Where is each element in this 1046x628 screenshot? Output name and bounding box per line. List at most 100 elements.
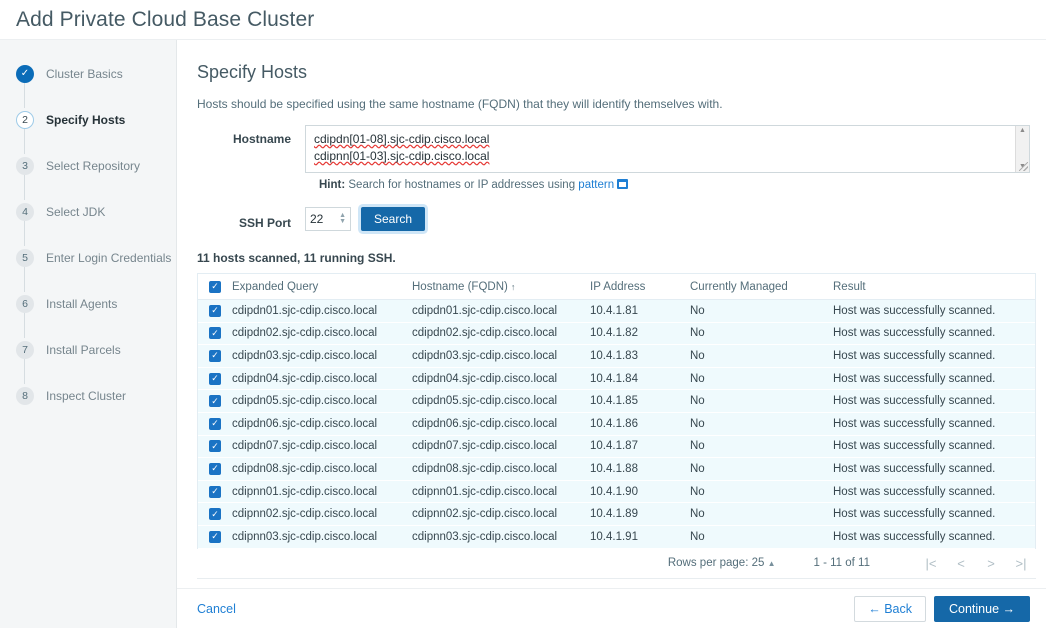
- select-all-checkbox[interactable]: ✓: [209, 280, 221, 293]
- table-row[interactable]: ✓ cdipdn04.sjc-cdip.cisco.local cdipdn04…: [198, 367, 1035, 391]
- row-checkbox[interactable]: ✓: [209, 327, 221, 340]
- row-checkbox[interactable]: ✓: [209, 304, 221, 317]
- cancel-button[interactable]: Cancel: [197, 602, 236, 616]
- table-row[interactable]: ✓ cdipnn03.sjc-cdip.cisco.local cdipnn03…: [198, 525, 1035, 549]
- cell-ip-address: 10.4.1.86: [590, 417, 638, 430]
- row-checkbox[interactable]: ✓: [209, 462, 221, 475]
- row-checkbox[interactable]: ✓: [209, 417, 221, 430]
- select-all-cell[interactable]: ✓: [198, 280, 232, 293]
- column-header-hostname-fqdn[interactable]: Hostname (FQDN) ↑: [412, 281, 590, 293]
- cell-result: Host was successfully scanned.: [833, 349, 996, 362]
- hostname-input[interactable]: cdipdn[01-08].sjc-cdip.cisco.local cdipn…: [305, 125, 1030, 173]
- cell-hostname-fqdn: cdipdn01.sjc-cdip.cisco.local: [412, 304, 558, 317]
- cell-hostname-fqdn: cdipnn01.sjc-cdip.cisco.local: [412, 485, 558, 498]
- external-link-icon[interactable]: [617, 179, 629, 189]
- cell-result: Host was successfully scanned.: [833, 327, 996, 340]
- scroll-up-icon[interactable]: ▲: [1019, 126, 1026, 136]
- table-row[interactable]: ✓ cdipdn08.sjc-cdip.cisco.local cdipdn08…: [198, 458, 1035, 481]
- table-row[interactable]: ✓ cdipdn03.sjc-cdip.cisco.local cdipdn03…: [198, 345, 1035, 368]
- column-header-result[interactable]: Result: [833, 281, 1035, 293]
- pattern-link[interactable]: pattern: [578, 179, 614, 191]
- table-row[interactable]: ✓ cdipnn02.sjc-cdip.cisco.local cdipnn02…: [198, 503, 1035, 526]
- cell-result: Host was successfully scanned.: [833, 530, 996, 543]
- first-page-button[interactable]: |<: [916, 556, 946, 571]
- row-select-cell[interactable]: ✓: [198, 395, 232, 408]
- row-select-cell[interactable]: ✓: [198, 530, 232, 543]
- ssh-port-value[interactable]: 22: [310, 212, 339, 226]
- row-checkbox[interactable]: ✓: [209, 530, 221, 543]
- last-page-button[interactable]: >|: [1006, 556, 1036, 571]
- table-row[interactable]: ✓ cdipdn01.sjc-cdip.cisco.local cdipdn01…: [198, 300, 1035, 323]
- sidebar-item-cluster-basics[interactable]: ✓ Cluster Basics: [0, 62, 176, 108]
- hostname-label: Hostname: [232, 132, 291, 146]
- ssh-port-stepper[interactable]: 22 ▲ ▼: [305, 207, 351, 231]
- sidebar-item-select-repository[interactable]: 3 Select Repository: [0, 154, 176, 200]
- column-header-ip-address[interactable]: IP Address: [590, 281, 690, 293]
- table-row[interactable]: ✓ cdipdn05.sjc-cdip.cisco.local cdipdn05…: [198, 390, 1035, 413]
- cell-result: Host was successfully scanned.: [833, 372, 996, 385]
- step-marker-7: 7: [16, 340, 34, 359]
- column-header-currently-managed[interactable]: Currently Managed: [690, 281, 833, 293]
- row-checkbox[interactable]: ✓: [209, 395, 221, 408]
- step-connector: [24, 126, 25, 154]
- cell-hostname-fqdn: cdipdn08.sjc-cdip.cisco.local: [412, 462, 558, 475]
- row-select-cell[interactable]: ✓: [198, 440, 232, 453]
- step-connector: [24, 310, 25, 338]
- sidebar-item-install-parcels[interactable]: 7 Install Parcels: [0, 338, 176, 384]
- cell-expanded-query: cdipnn02.sjc-cdip.cisco.local: [232, 508, 378, 521]
- rows-per-page-selector[interactable]: Rows per page: 25 ▲: [668, 557, 776, 569]
- row-checkbox[interactable]: ✓: [209, 372, 221, 385]
- row-select-cell[interactable]: ✓: [198, 485, 232, 498]
- hint-label: Hint:: [319, 179, 346, 191]
- back-button[interactable]: ← Back: [854, 595, 926, 622]
- table-row[interactable]: ✓ cdipdn02.sjc-cdip.cisco.local cdipdn02…: [198, 322, 1035, 346]
- column-header-expanded-query[interactable]: Expanded Query: [232, 281, 412, 293]
- previous-page-button[interactable]: <: [946, 556, 976, 571]
- cell-hostname-fqdn: cdipdn06.sjc-cdip.cisco.local: [412, 417, 558, 430]
- hosts-table: ✓ Expanded Query Hostname (FQDN) ↑ IP Add…: [197, 273, 1036, 549]
- cell-expanded-query: cdipnn01.sjc-cdip.cisco.local: [232, 485, 378, 498]
- row-select-cell[interactable]: ✓: [198, 304, 232, 317]
- sidebar-item-enter-login-credentials[interactable]: 5 Enter Login Credentials: [0, 246, 176, 292]
- page-title: Add Private Cloud Base Cluster: [16, 7, 315, 31]
- spinner-icon[interactable]: ▲ ▼: [339, 212, 346, 225]
- sidebar-item-label: Install Agents: [46, 296, 118, 311]
- table-row[interactable]: ✓ cdipdn06.sjc-cdip.cisco.local cdipdn06…: [198, 412, 1035, 436]
- sidebar-item-inspect-cluster[interactable]: 8 Inspect Cluster: [0, 384, 176, 407]
- search-button[interactable]: Search: [361, 207, 426, 231]
- row-select-cell[interactable]: ✓: [198, 462, 232, 475]
- row-select-cell[interactable]: ✓: [198, 508, 232, 521]
- sidebar-item-select-jdk[interactable]: 4 Select JDK: [0, 200, 176, 246]
- row-select-cell[interactable]: ✓: [198, 349, 232, 362]
- cell-currently-managed: No: [690, 485, 705, 498]
- sidebar-item-specify-hosts[interactable]: 2 Specify Hosts: [0, 108, 176, 154]
- ssh-port-row: SSH Port 22 ▲ ▼ Search: [197, 207, 1030, 231]
- cell-currently-managed: No: [690, 530, 705, 543]
- row-checkbox[interactable]: ✓: [209, 349, 221, 362]
- spinner-down-icon[interactable]: ▼: [339, 218, 346, 225]
- sidebar-item-install-agents[interactable]: 6 Install Agents: [0, 292, 176, 338]
- table-row[interactable]: ✓ cdipdn07.sjc-cdip.cisco.local cdipdn07…: [198, 435, 1035, 459]
- cell-hostname-fqdn: cdipdn07.sjc-cdip.cisco.local: [412, 440, 558, 453]
- section-title: Specify Hosts: [197, 62, 308, 82]
- row-checkbox[interactable]: ✓: [209, 508, 221, 521]
- cell-currently-managed: No: [690, 304, 705, 317]
- main-panel: Specify Hosts Hosts should be specified …: [176, 40, 1046, 628]
- next-page-button[interactable]: >: [976, 556, 1006, 571]
- row-select-cell[interactable]: ✓: [198, 417, 232, 430]
- pagination-range: 1 - 11 of 11: [813, 557, 870, 570]
- cell-result: Host was successfully scanned.: [833, 508, 996, 521]
- cell-ip-address: 10.4.1.84: [590, 372, 638, 385]
- cell-expanded-query: cdipdn02.sjc-cdip.cisco.local: [232, 327, 378, 340]
- continue-button[interactable]: Continue →: [933, 595, 1030, 622]
- resize-grip-icon[interactable]: [1019, 162, 1028, 171]
- row-checkbox[interactable]: ✓: [209, 440, 221, 453]
- cell-currently-managed: No: [690, 508, 705, 521]
- hint-text: Search for hostnames or IP addresses usi…: [345, 179, 579, 191]
- column-header-hostname-label: Hostname (FQDN): [412, 280, 508, 293]
- row-select-cell[interactable]: ✓: [198, 327, 232, 340]
- sidebar-item-label: Enter Login Credentials: [46, 250, 172, 265]
- row-select-cell[interactable]: ✓: [198, 372, 232, 385]
- table-row[interactable]: ✓ cdipnn01.sjc-cdip.cisco.local cdipnn01…: [198, 480, 1035, 504]
- row-checkbox[interactable]: ✓: [209, 485, 221, 498]
